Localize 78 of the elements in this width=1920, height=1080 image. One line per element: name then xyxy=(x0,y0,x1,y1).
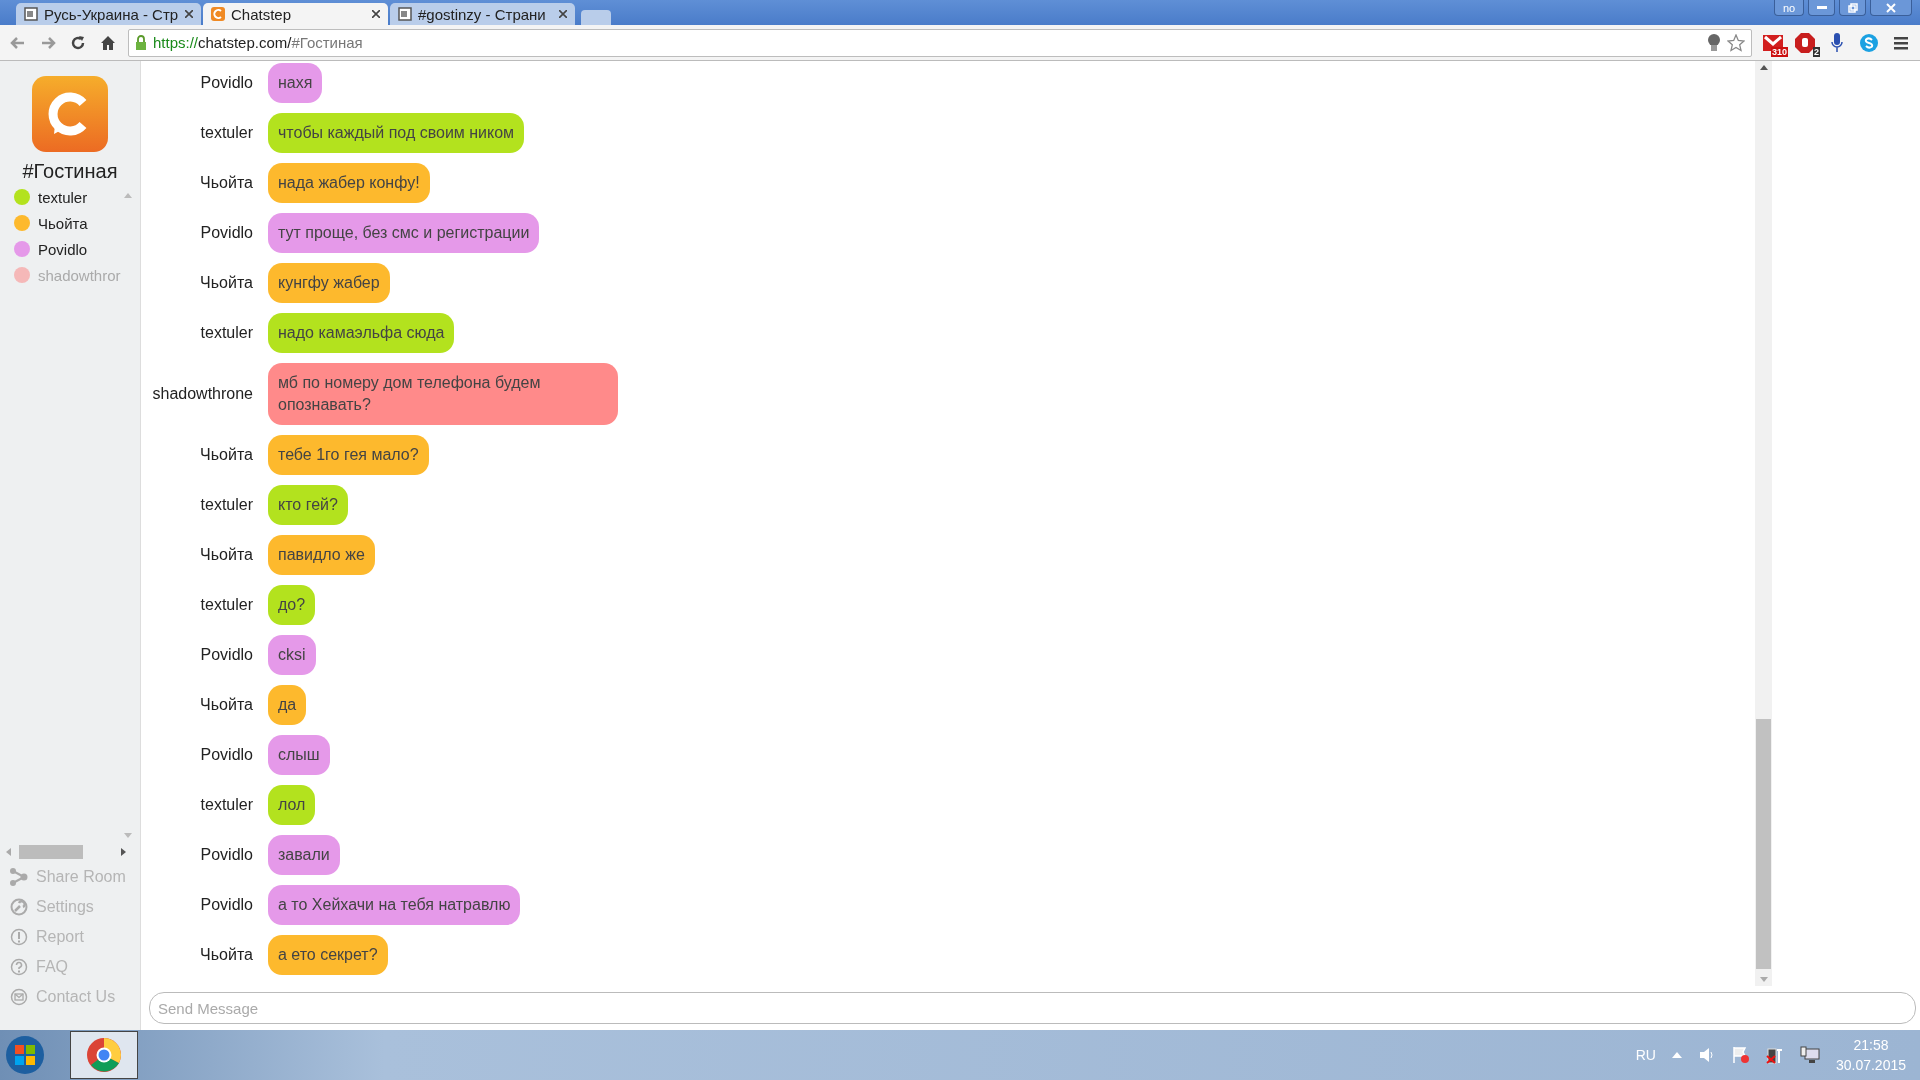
sender-name: Чьойта xyxy=(199,546,253,564)
page-icon xyxy=(24,7,38,21)
minimize-icon xyxy=(1816,5,1827,10)
sender-name: textuler xyxy=(199,796,253,814)
sender-name: Povidlo xyxy=(199,896,253,914)
close-icon[interactable] xyxy=(185,10,193,18)
message-bubble: а то Хейхачи на тебя натравлю xyxy=(268,885,521,925)
message-bubble: кто гей? xyxy=(268,485,348,525)
sender-name: Чьойта xyxy=(199,696,253,714)
minimize-button[interactable] xyxy=(1808,0,1835,16)
sender-name: Povidlo xyxy=(199,646,253,664)
url-text: https://chatstep.com/#Гостиная xyxy=(153,34,363,51)
message-bubble: завали xyxy=(268,835,340,875)
sender-name: Povidlo xyxy=(199,846,253,864)
browser-tab[interactable]: Chatstep xyxy=(203,3,388,25)
sender-name: textuler xyxy=(199,496,253,514)
browser-icon xyxy=(86,1037,122,1073)
battery-plug-icon[interactable] xyxy=(1765,1046,1784,1064)
chat-logo-icon xyxy=(211,7,225,21)
user-name[interactable]: Povidlo xyxy=(38,240,88,258)
flag-icon[interactable] xyxy=(1731,1046,1750,1064)
message-bubble: тут проще, без смс и регистрации xyxy=(268,213,540,253)
star-icon[interactable] xyxy=(1727,33,1745,52)
browser-tab[interactable]: Русь-Украина - Стр xyxy=(16,3,201,25)
close-icon[interactable] xyxy=(559,10,567,18)
user-name[interactable]: Чьойта xyxy=(38,214,88,232)
sender-name: Чьойта xyxy=(199,274,253,292)
scroll-right-icon[interactable] xyxy=(121,848,126,856)
skype-icon[interactable] xyxy=(1858,31,1880,54)
message-bubble: кунгфу жабер xyxy=(268,263,390,303)
message-bubble: надо камаэльфа сюда xyxy=(268,313,455,353)
message-bubble: павидло же xyxy=(268,535,375,575)
blocked-count: 2 xyxy=(1813,46,1820,57)
close-icon xyxy=(1886,2,1896,13)
sender-name: Чьойта xyxy=(199,946,253,964)
sender-name: Чьойта xyxy=(199,174,253,192)
message-input[interactable]: Send Message xyxy=(149,992,1916,1024)
message-bubble: чтобы каждый под своим ником xyxy=(268,113,525,153)
message-bubble: мб по номеру дом телефона будем опознавать? xyxy=(268,363,618,425)
sender-name: Povidlo xyxy=(199,746,253,764)
message-bubble: слыш xyxy=(268,735,330,775)
page-icon xyxy=(398,7,412,21)
sender-name: textuler xyxy=(199,124,253,142)
envelope-icon xyxy=(10,988,28,1006)
restore-icon xyxy=(1847,2,1858,13)
sender-name: textuler xyxy=(199,596,253,614)
share-icon xyxy=(10,868,28,886)
message-bubble: до? xyxy=(268,585,316,625)
message-bubble: нахя xyxy=(268,63,323,103)
profile-button[interactable]: no xyxy=(1774,0,1804,16)
scrollbar-thumb[interactable] xyxy=(1756,719,1771,969)
taskbar-app-button[interactable] xyxy=(70,1031,138,1079)
message-bubble: да xyxy=(268,685,307,725)
message-bubble: cksi xyxy=(268,635,316,675)
lightbulb-icon[interactable] xyxy=(1707,33,1721,52)
lock-icon xyxy=(135,35,147,50)
sender-name: Povidlo xyxy=(199,224,253,242)
user-name[interactable]: textuler xyxy=(38,188,88,206)
sender-name: Povidlo xyxy=(199,74,253,92)
network-icon[interactable] xyxy=(1799,1046,1820,1064)
browser-tab[interactable]: #gostinzy - Страни xyxy=(390,3,575,25)
sender-name: shadowthrone xyxy=(151,385,253,403)
message-bubble: лол xyxy=(268,785,316,825)
message-bubble: нада жабер конфу! xyxy=(268,163,430,203)
restore-button[interactable] xyxy=(1839,0,1866,16)
room-name: #Гостиная xyxy=(21,160,119,183)
mail-count: 310 xyxy=(1770,46,1788,57)
close-button[interactable] xyxy=(1870,0,1912,16)
sender-name: Чьойта xyxy=(199,446,253,464)
close-icon[interactable] xyxy=(372,10,380,18)
sender-name: textuler xyxy=(199,324,253,342)
help-icon xyxy=(10,958,28,976)
address-bar[interactable]: https://chatstep.com/#Гостиная xyxy=(128,28,1752,57)
message-bubble: тебе 1го гея мало? xyxy=(268,435,429,475)
exclamation-icon xyxy=(10,928,28,946)
scroll-up-icon[interactable] xyxy=(1759,65,1768,70)
scrollbar-thumb[interactable] xyxy=(19,845,83,859)
message-bubble: а ето секрет? xyxy=(268,935,388,975)
